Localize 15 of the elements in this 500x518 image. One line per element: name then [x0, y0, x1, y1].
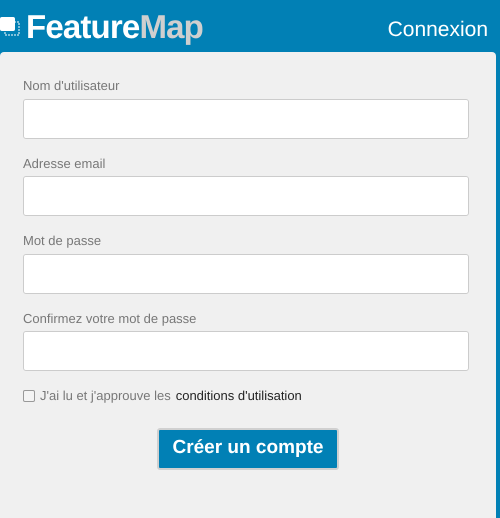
input-field[interactable] [23, 331, 469, 371]
input-field[interactable] [23, 98, 469, 138]
input-field[interactable] [23, 254, 469, 294]
login-link[interactable]: Connexion [388, 14, 488, 46]
terms-text: J'ai lu et j'approuve les [40, 387, 171, 405]
logo-icon [0, 15, 22, 37]
create-account-button[interactable]: Créer un compte [156, 428, 340, 470]
field-label: Mot de passe [23, 232, 102, 250]
terms-link[interactable]: conditions d'utilisation [176, 386, 302, 406]
field-label: Confirmez votre mot de passe [23, 310, 198, 328]
field-label: Adresse email [23, 154, 106, 172]
field-label: Nom d'utilisateur [23, 77, 120, 95]
logo-text: FeatureMap [26, 10, 203, 42]
input-field[interactable] [23, 176, 469, 216]
terms-checkbox[interactable] [23, 390, 35, 402]
